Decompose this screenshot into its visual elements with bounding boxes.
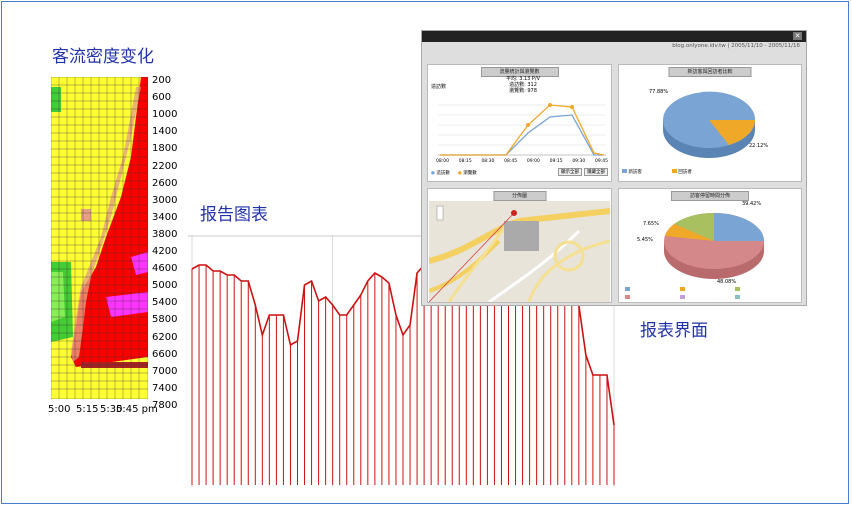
visitor-pie-panel: 新訪客與回訪者比較 77.88% 22.12% 新訪客 回訪者 <box>618 64 802 182</box>
map-panel-title: 分佈圖 <box>492 191 547 201</box>
heatmap-y-tick: 1400 <box>152 126 178 138</box>
heatmap-y-tick: 4600 <box>152 263 178 275</box>
heatmap-x-tick: 5:15 <box>76 404 99 415</box>
heatmap-y-tick: 600 <box>152 92 172 104</box>
pie2-label-3: 48.08% <box>717 279 737 285</box>
report-ui-title: 报表界面 <box>640 321 708 341</box>
traffic-panel: 流量統計與瀏覽數 平均: 3.13 P/V 造訪數: 312 瀏覽數: 978 … <box>427 64 612 182</box>
heatmap-y-tick: 5400 <box>152 297 178 309</box>
heatmap-y-tick: 5000 <box>152 280 178 292</box>
heatmap-y-tick: 4200 <box>152 246 178 257</box>
density-heatmap <box>51 77 148 399</box>
heatmap-y-tick: 6200 <box>152 331 178 343</box>
traffic-x-tick: 08:30 <box>481 159 495 164</box>
density-title: 客流密度变化 <box>52 47 154 67</box>
traffic-x-tick: 08:15 <box>458 159 472 164</box>
heatmap-x-tick: 5:00 <box>48 404 71 415</box>
traffic-x-tick: 08:45 <box>504 159 518 164</box>
pie2-label-0: 39.42% <box>742 201 762 207</box>
duration-pie-panel: 訪客停留時間分佈 39.42% 7.65% 5.45% 48.08% <box>618 188 802 303</box>
views-text: 瀏覽數: 978 <box>509 88 537 94</box>
traffic-x-tick: 08:00 <box>436 159 449 164</box>
duration-pie <box>664 212 764 279</box>
heatmap-y-tick: 3000 <box>152 194 178 206</box>
pie1-label-0: 77.88% <box>649 89 669 95</box>
heatmap-y-tick: 6600 <box>152 348 178 360</box>
traffic-mini-chart <box>438 103 606 156</box>
hide-all-button[interactable]: 隱藏全部 <box>584 168 608 176</box>
close-icon[interactable]: ✕ <box>793 32 802 40</box>
report-url: blog.onlyone.idv.tw | 2005/11/10 - 2005/… <box>672 43 800 49</box>
map-panel: 分佈圖 <box>427 188 612 303</box>
heatmap-y-tick: 1000 <box>152 109 178 121</box>
heatmap-y-tick: 1800 <box>152 143 178 155</box>
heatmap-y-tick: 3800 <box>152 228 178 240</box>
report-chart-title: 报告图表 <box>200 205 268 225</box>
pie2-label-2: 5.45% <box>637 237 653 243</box>
traffic-x-ticks: 08:00 08:15 08:30 08:45 09:00 09:15 09:30 09:45 <box>436 159 608 164</box>
pie2-legend <box>625 287 740 291</box>
traffic-legend: ● 造訪數 ● 瀏覽數 <box>431 171 477 176</box>
traffic-x-tick: 09:15 <box>549 159 563 164</box>
heatmap-y-tick: 2600 <box>152 177 178 189</box>
pie1-label-1: 22.12% <box>749 143 769 149</box>
window-titlebar: ✕ <box>422 31 806 42</box>
heatmap-y-tick: 200 <box>152 75 172 86</box>
pie1-legend: 新訪客 回訪者 <box>622 169 692 175</box>
traffic-ylabel: 造訪數 <box>431 84 447 90</box>
heatmap-x-tick: 5:45 pm <box>116 404 158 415</box>
report-window: ✕ blog.onlyone.idv.tw | 2005/11/10 - 200… <box>421 30 807 306</box>
map-view[interactable] <box>429 201 610 302</box>
traffic-x-tick: 09:00 <box>526 159 540 164</box>
visitor-pie <box>663 91 756 158</box>
traffic-x-tick: 09:30 <box>572 159 586 164</box>
heatmap-y-tick: 3400 <box>152 211 178 223</box>
heatmap-y-tick: 2200 <box>152 160 178 172</box>
visitor-pie-title: 新訪客與回訪者比較 <box>668 67 752 77</box>
pie2-label-1: 7.65% <box>643 221 659 227</box>
heatmap-y-tick: 7400 <box>152 382 178 394</box>
duration-pie-title: 訪客停留時間分佈 <box>670 191 750 201</box>
show-all-button[interactable]: 顯示全部 <box>558 168 582 176</box>
heatmap-y-tick: 5800 <box>152 314 178 326</box>
heatmap-y-tick: 7000 <box>152 365 178 377</box>
traffic-x-tick: 09:45 <box>595 159 608 164</box>
